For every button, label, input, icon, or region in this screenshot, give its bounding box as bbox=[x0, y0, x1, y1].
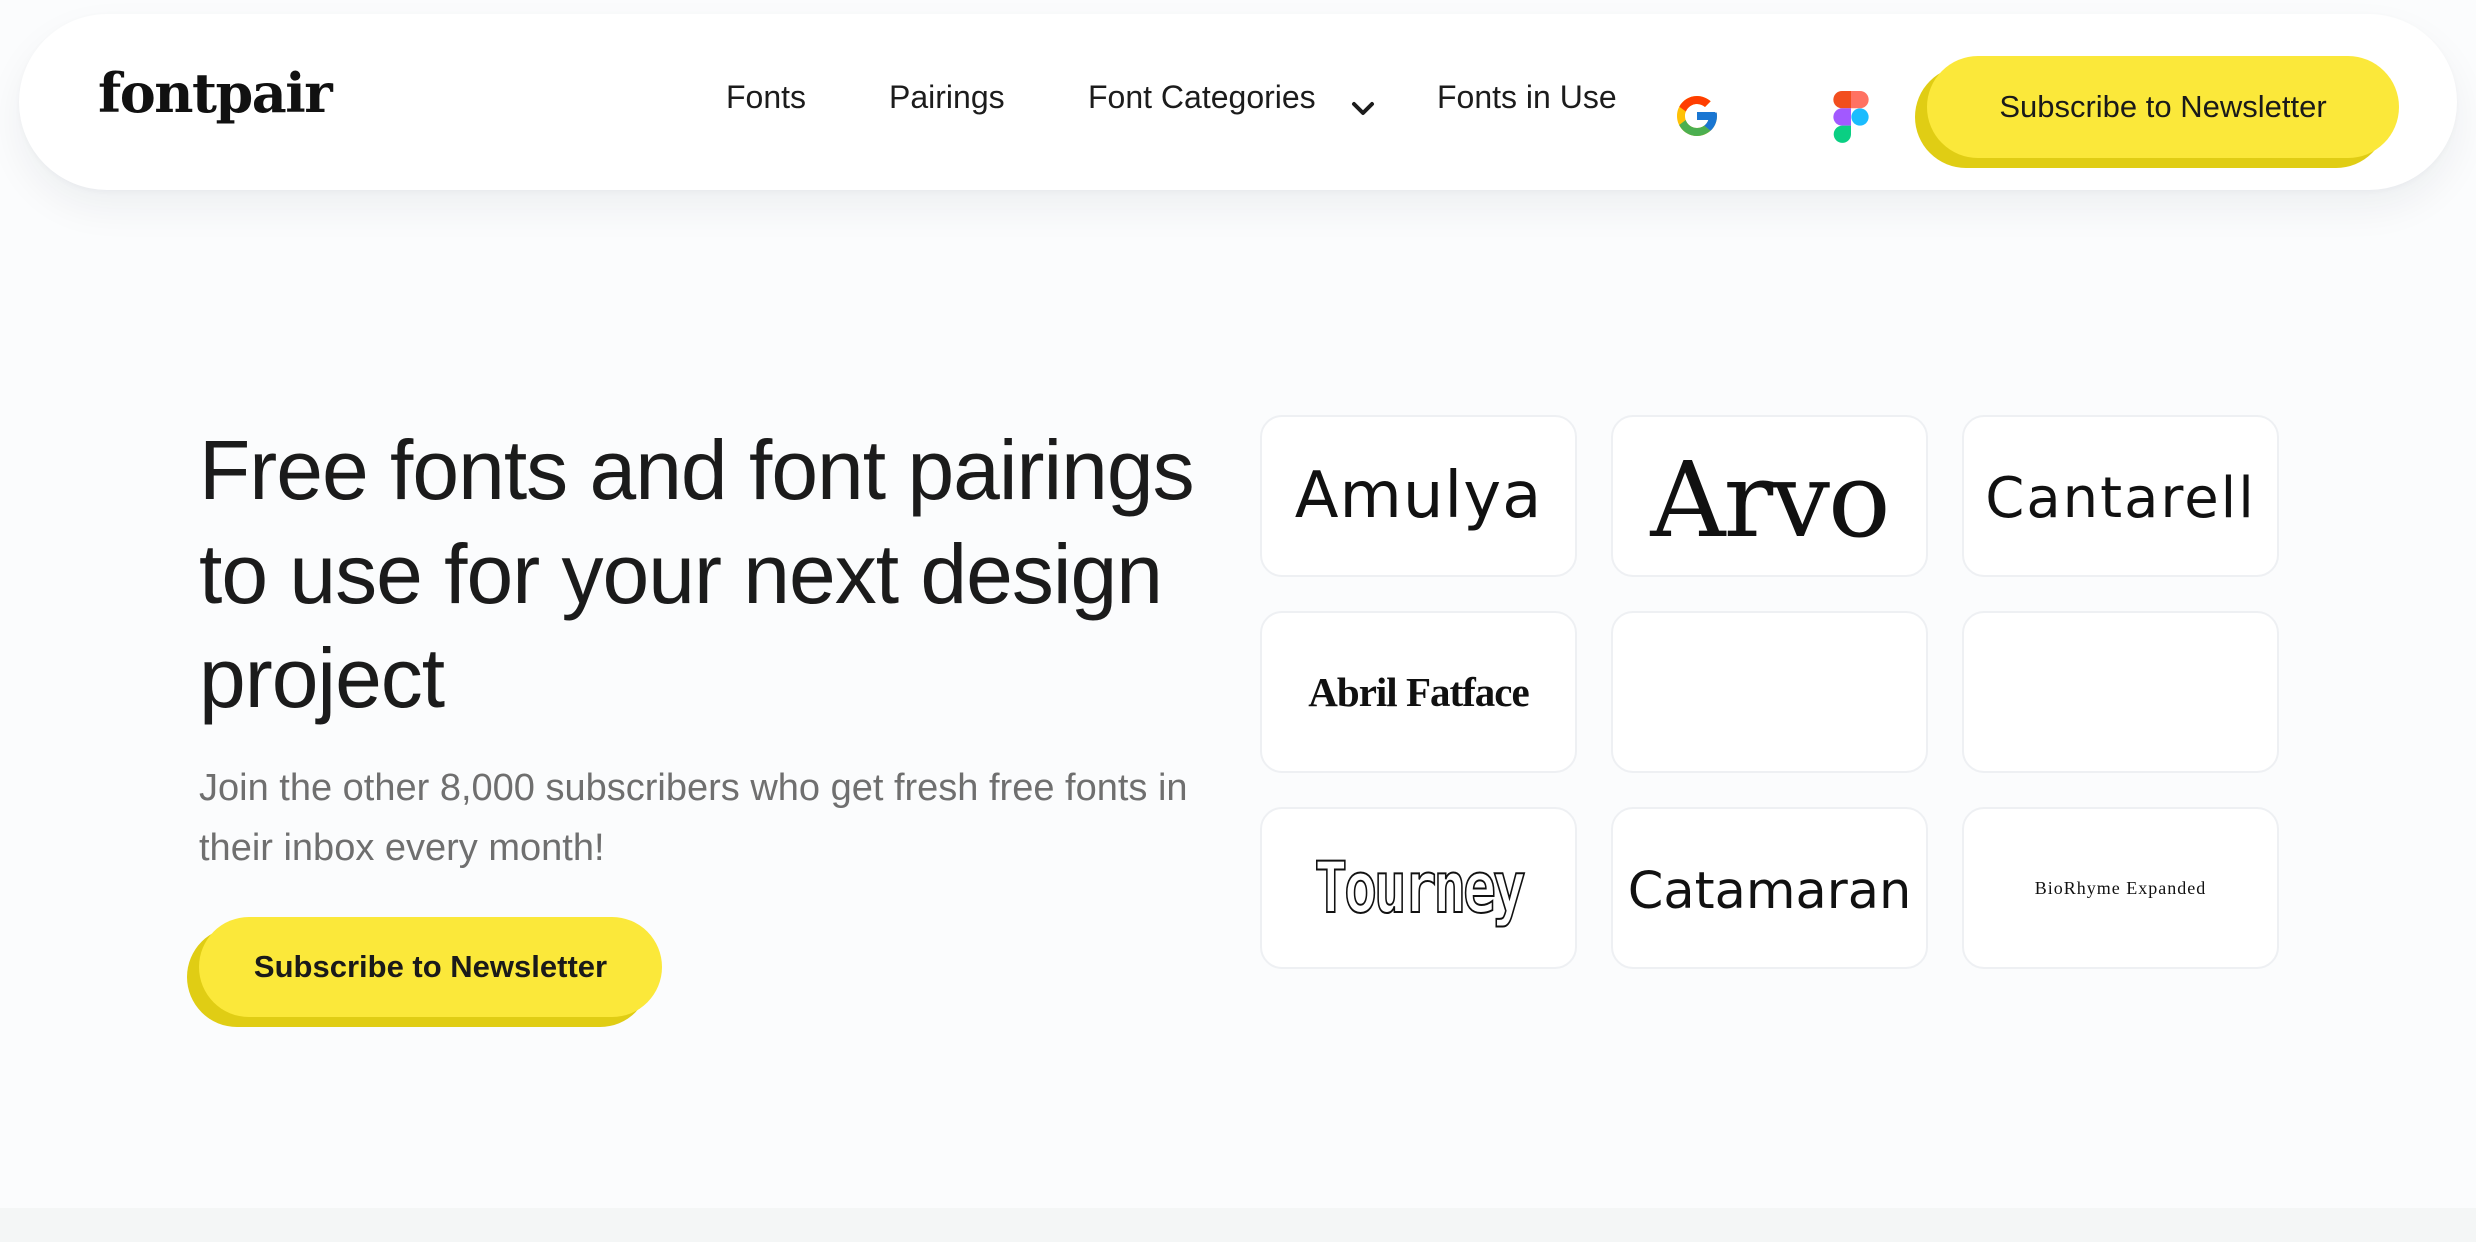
hero-subscribe-button[interactable]: Subscribe to Newsletter bbox=[187, 917, 662, 1027]
bottom-band bbox=[0, 1208, 2476, 1242]
hero-subtitle: Join the other 8,000 subscribers who get… bbox=[199, 767, 1188, 869]
button-label: Subscribe to Newsletter bbox=[1927, 56, 2399, 158]
nav-link-pairings[interactable]: Pairings bbox=[889, 78, 1005, 116]
font-card-cantarell[interactable]: Cantarell bbox=[1962, 415, 2279, 577]
font-card-catamaran[interactable]: Catamaran bbox=[1611, 807, 1928, 969]
chevron-down-icon[interactable] bbox=[1349, 98, 1377, 120]
navbar: fontpair Fonts Pairings Font Categories … bbox=[19, 14, 2457, 190]
font-card-arvo[interactable]: Arvo bbox=[1611, 415, 1928, 577]
button-label: Subscribe to Newsletter bbox=[199, 917, 662, 1017]
font-card-biorhyme-expanded[interactable]: BioRhyme Expanded bbox=[1962, 807, 2279, 969]
logo[interactable]: fontpair bbox=[98, 66, 333, 120]
font-card-empty[interactable] bbox=[1611, 611, 1928, 773]
font-card-amulya[interactable]: Amulya bbox=[1260, 415, 1577, 577]
page: fontpair Fonts Pairings Font Categories … bbox=[0, 0, 2476, 1242]
nav-link-fonts-in-use[interactable]: Fonts in Use bbox=[1437, 78, 1617, 116]
subscribe-newsletter-button[interactable]: Subscribe to Newsletter bbox=[1915, 56, 2399, 168]
google-icon[interactable] bbox=[1673, 92, 1721, 140]
font-card-empty[interactable] bbox=[1962, 611, 2279, 773]
nav-link-fonts[interactable]: Fonts bbox=[726, 78, 806, 116]
hero-title: Free fonts and font pairings to use for … bbox=[199, 423, 1195, 725]
font-grid: Amulya Arvo Cantarell Abril Fatface Tour… bbox=[1260, 415, 2279, 969]
nav-link-font-categories[interactable]: Font Categories bbox=[1088, 78, 1316, 116]
font-card-tourney[interactable]: Tourney bbox=[1260, 807, 1577, 969]
font-card-abril-fatface[interactable]: Abril Fatface bbox=[1260, 611, 1577, 773]
font-card-label: Tourney bbox=[1314, 846, 1527, 930]
figma-icon[interactable] bbox=[1833, 91, 1869, 143]
